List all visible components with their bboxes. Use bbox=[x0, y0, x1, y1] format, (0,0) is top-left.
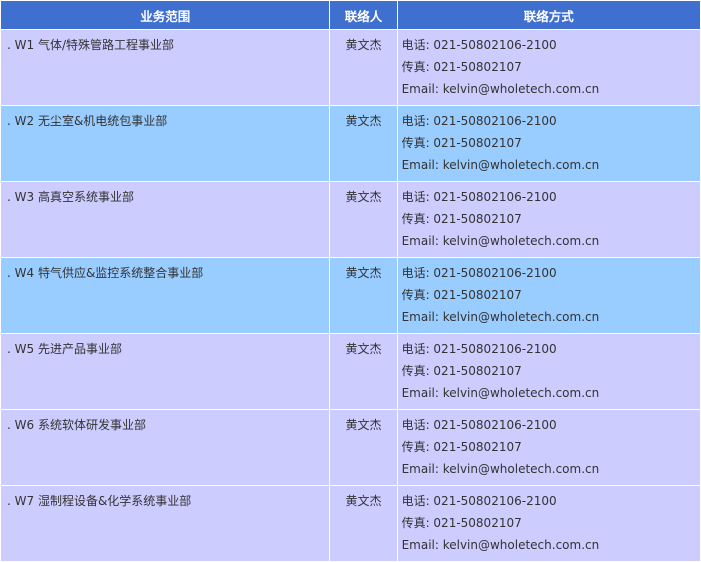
contact-info: 电话: 021-50802106-2100 传真: 021-50802107 E… bbox=[397, 410, 700, 485]
division-name: . W5 先进产品事业部 bbox=[1, 334, 330, 409]
table-row: . W4 特气供应&监控系统整合事业部 黄文杰 电话: 021-50802106… bbox=[1, 258, 700, 333]
fax-text: 传真: 021-50802107 bbox=[401, 288, 522, 302]
phone-text: 电话: 021-50802106-2100 bbox=[401, 494, 557, 508]
header-scope: 业务范围 bbox=[1, 1, 330, 29]
phone-text: 电话: 021-50802106-2100 bbox=[401, 190, 557, 204]
contact-person: 黄文杰 bbox=[330, 106, 397, 181]
phone-text: 电话: 021-50802106-2100 bbox=[401, 266, 557, 280]
fax-text: 传真: 021-50802107 bbox=[401, 136, 522, 150]
contact-info: 电话: 021-50802106-2100 传真: 021-50802107 E… bbox=[397, 182, 700, 257]
contact-info: 电话: 021-50802106-2100 传真: 021-50802107 E… bbox=[397, 30, 700, 105]
fax-text: 传真: 021-50802107 bbox=[401, 364, 522, 378]
fax-text: 传真: 021-50802107 bbox=[401, 516, 522, 530]
email-text: Email: kelvin@wholetech.com.cn bbox=[401, 538, 600, 552]
phone-text: 电话: 021-50802106-2100 bbox=[401, 342, 557, 356]
contact-info: 电话: 021-50802106-2100 传真: 021-50802107 E… bbox=[397, 106, 700, 181]
contact-info: 电话: 021-50802106-2100 传真: 021-50802107 E… bbox=[397, 334, 700, 409]
table-row: . W3 高真空系统事业部 黄文杰 电话: 021-50802106-2100 … bbox=[1, 182, 700, 257]
email-text: Email: kelvin@wholetech.com.cn bbox=[401, 158, 600, 172]
contact-person: 黄文杰 bbox=[330, 258, 397, 333]
fax-text: 传真: 021-50802107 bbox=[401, 440, 522, 454]
contact-person: 黄文杰 bbox=[330, 486, 397, 561]
phone-text: 电话: 021-50802106-2100 bbox=[401, 114, 557, 128]
division-name: . W4 特气供应&监控系统整合事业部 bbox=[1, 258, 330, 333]
email-text: Email: kelvin@wholetech.com.cn bbox=[401, 82, 600, 96]
contact-table: 业务范围 联络人 联络方式 . W1 气体/特殊管路工程事业部 黄文杰 电话: … bbox=[0, 0, 701, 562]
contact-info: 电话: 021-50802106-2100 传真: 021-50802107 E… bbox=[397, 258, 700, 333]
email-text: Email: kelvin@wholetech.com.cn bbox=[401, 462, 600, 476]
table-row: . W5 先进产品事业部 黄文杰 电话: 021-50802106-2100 传… bbox=[1, 334, 700, 409]
table-row: . W6 系统软体研发事业部 黄文杰 电话: 021-50802106-2100… bbox=[1, 410, 700, 485]
contact-person: 黄文杰 bbox=[330, 30, 397, 105]
table-row: . W2 无尘室&机电统包事业部 黄文杰 电话: 021-50802106-21… bbox=[1, 106, 700, 181]
header-contact: 联络方式 bbox=[397, 1, 700, 29]
header-person: 联络人 bbox=[330, 1, 397, 29]
phone-text: 电话: 021-50802106-2100 bbox=[401, 418, 557, 432]
division-name: . W1 气体/特殊管路工程事业部 bbox=[1, 30, 330, 105]
contact-person: 黄文杰 bbox=[330, 182, 397, 257]
division-name: . W2 无尘室&机电统包事业部 bbox=[1, 106, 330, 181]
division-name: . W7 湿制程设备&化学系统事业部 bbox=[1, 486, 330, 561]
table-row: . W1 气体/特殊管路工程事业部 黄文杰 电话: 021-50802106-2… bbox=[1, 30, 700, 105]
table-header-row: 业务范围 联络人 联络方式 bbox=[1, 1, 700, 29]
phone-text: 电话: 021-50802106-2100 bbox=[401, 38, 557, 52]
table-row: . W7 湿制程设备&化学系统事业部 黄文杰 电话: 021-50802106-… bbox=[1, 486, 700, 561]
contact-person: 黄文杰 bbox=[330, 334, 397, 409]
fax-text: 传真: 021-50802107 bbox=[401, 212, 522, 226]
fax-text: 传真: 021-50802107 bbox=[401, 60, 522, 74]
email-text: Email: kelvin@wholetech.com.cn bbox=[401, 386, 600, 400]
division-name: . W6 系统软体研发事业部 bbox=[1, 410, 330, 485]
division-name: . W3 高真空系统事业部 bbox=[1, 182, 330, 257]
contact-person: 黄文杰 bbox=[330, 410, 397, 485]
email-text: Email: kelvin@wholetech.com.cn bbox=[401, 310, 600, 324]
email-text: Email: kelvin@wholetech.com.cn bbox=[401, 234, 600, 248]
contact-info: 电话: 021-50802106-2100 传真: 021-50802107 E… bbox=[397, 486, 700, 561]
